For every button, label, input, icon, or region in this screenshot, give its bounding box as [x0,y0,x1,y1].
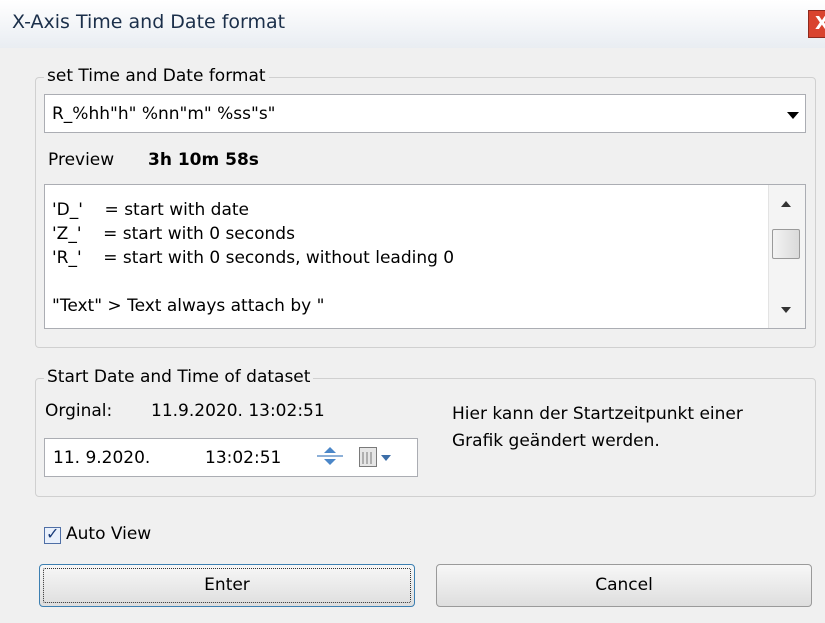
start-datetime-picker[interactable]: 11. 9.2020. 13:02:51 [44,438,418,477]
preview-value: 3h 10m 58s [148,150,259,170]
original-label: Orginal: [45,401,113,421]
spin-icon[interactable] [315,445,345,469]
format-group-legend: set Time and Date format [44,66,269,86]
format-help-textarea[interactable]: 'D_' = start with date 'Z_' = start with… [44,184,806,329]
title-bar: X-Axis Time and Date format X [0,0,825,48]
focus-rectangle [43,568,411,603]
cancel-button-label: Cancel [595,575,653,595]
preview-label: Preview [48,150,115,170]
chevron-down-icon[interactable] [787,112,799,119]
scroll-up-icon[interactable] [781,201,791,207]
spin-down-icon[interactable] [324,459,336,465]
help-line: 'R_' = start with 0 seconds, without lea… [52,248,455,268]
format-value: R_%hh"h" %nn"m" %ss"s" [52,104,276,124]
calendar-dropdown-icon[interactable] [381,455,391,461]
checkmark-icon: ✓ [46,524,60,543]
original-datetime: 11.9.2020. 13:02:51 [151,401,325,421]
start-time-hint: Hier kann der Startzeitpunkt einer Grafi… [452,404,743,451]
close-icon: X [815,13,825,34]
close-button[interactable]: X [808,10,825,38]
scroll-thumb[interactable] [772,229,800,259]
window-title: X-Axis Time and Date format [12,11,286,33]
date-field[interactable]: 11. 9.2020. [53,448,150,468]
format-combobox[interactable]: R_%hh"h" %nn"m" %ss"s" [44,94,806,133]
auto-view-checkbox[interactable]: ✓ [44,524,61,544]
time-field[interactable]: 13:02:51 [205,448,281,468]
cancel-button[interactable]: Cancel [436,564,812,607]
calendar-icon[interactable] [359,447,377,467]
help-line: 'Z_' = start with 0 seconds [52,224,295,244]
scroll-down-icon[interactable] [781,307,791,313]
help-line: "Text" > Text always attach by " [52,296,325,316]
auto-view-label[interactable]: Auto View [66,524,151,544]
vertical-scrollbar[interactable] [768,185,805,328]
enter-button[interactable]: Enter [39,564,415,607]
help-line: 'D_' = start with date [52,200,250,220]
spin-up-icon[interactable] [324,447,336,453]
spin-divider [317,455,343,457]
start-date-group-legend: Start Date and Time of dataset [44,367,314,387]
